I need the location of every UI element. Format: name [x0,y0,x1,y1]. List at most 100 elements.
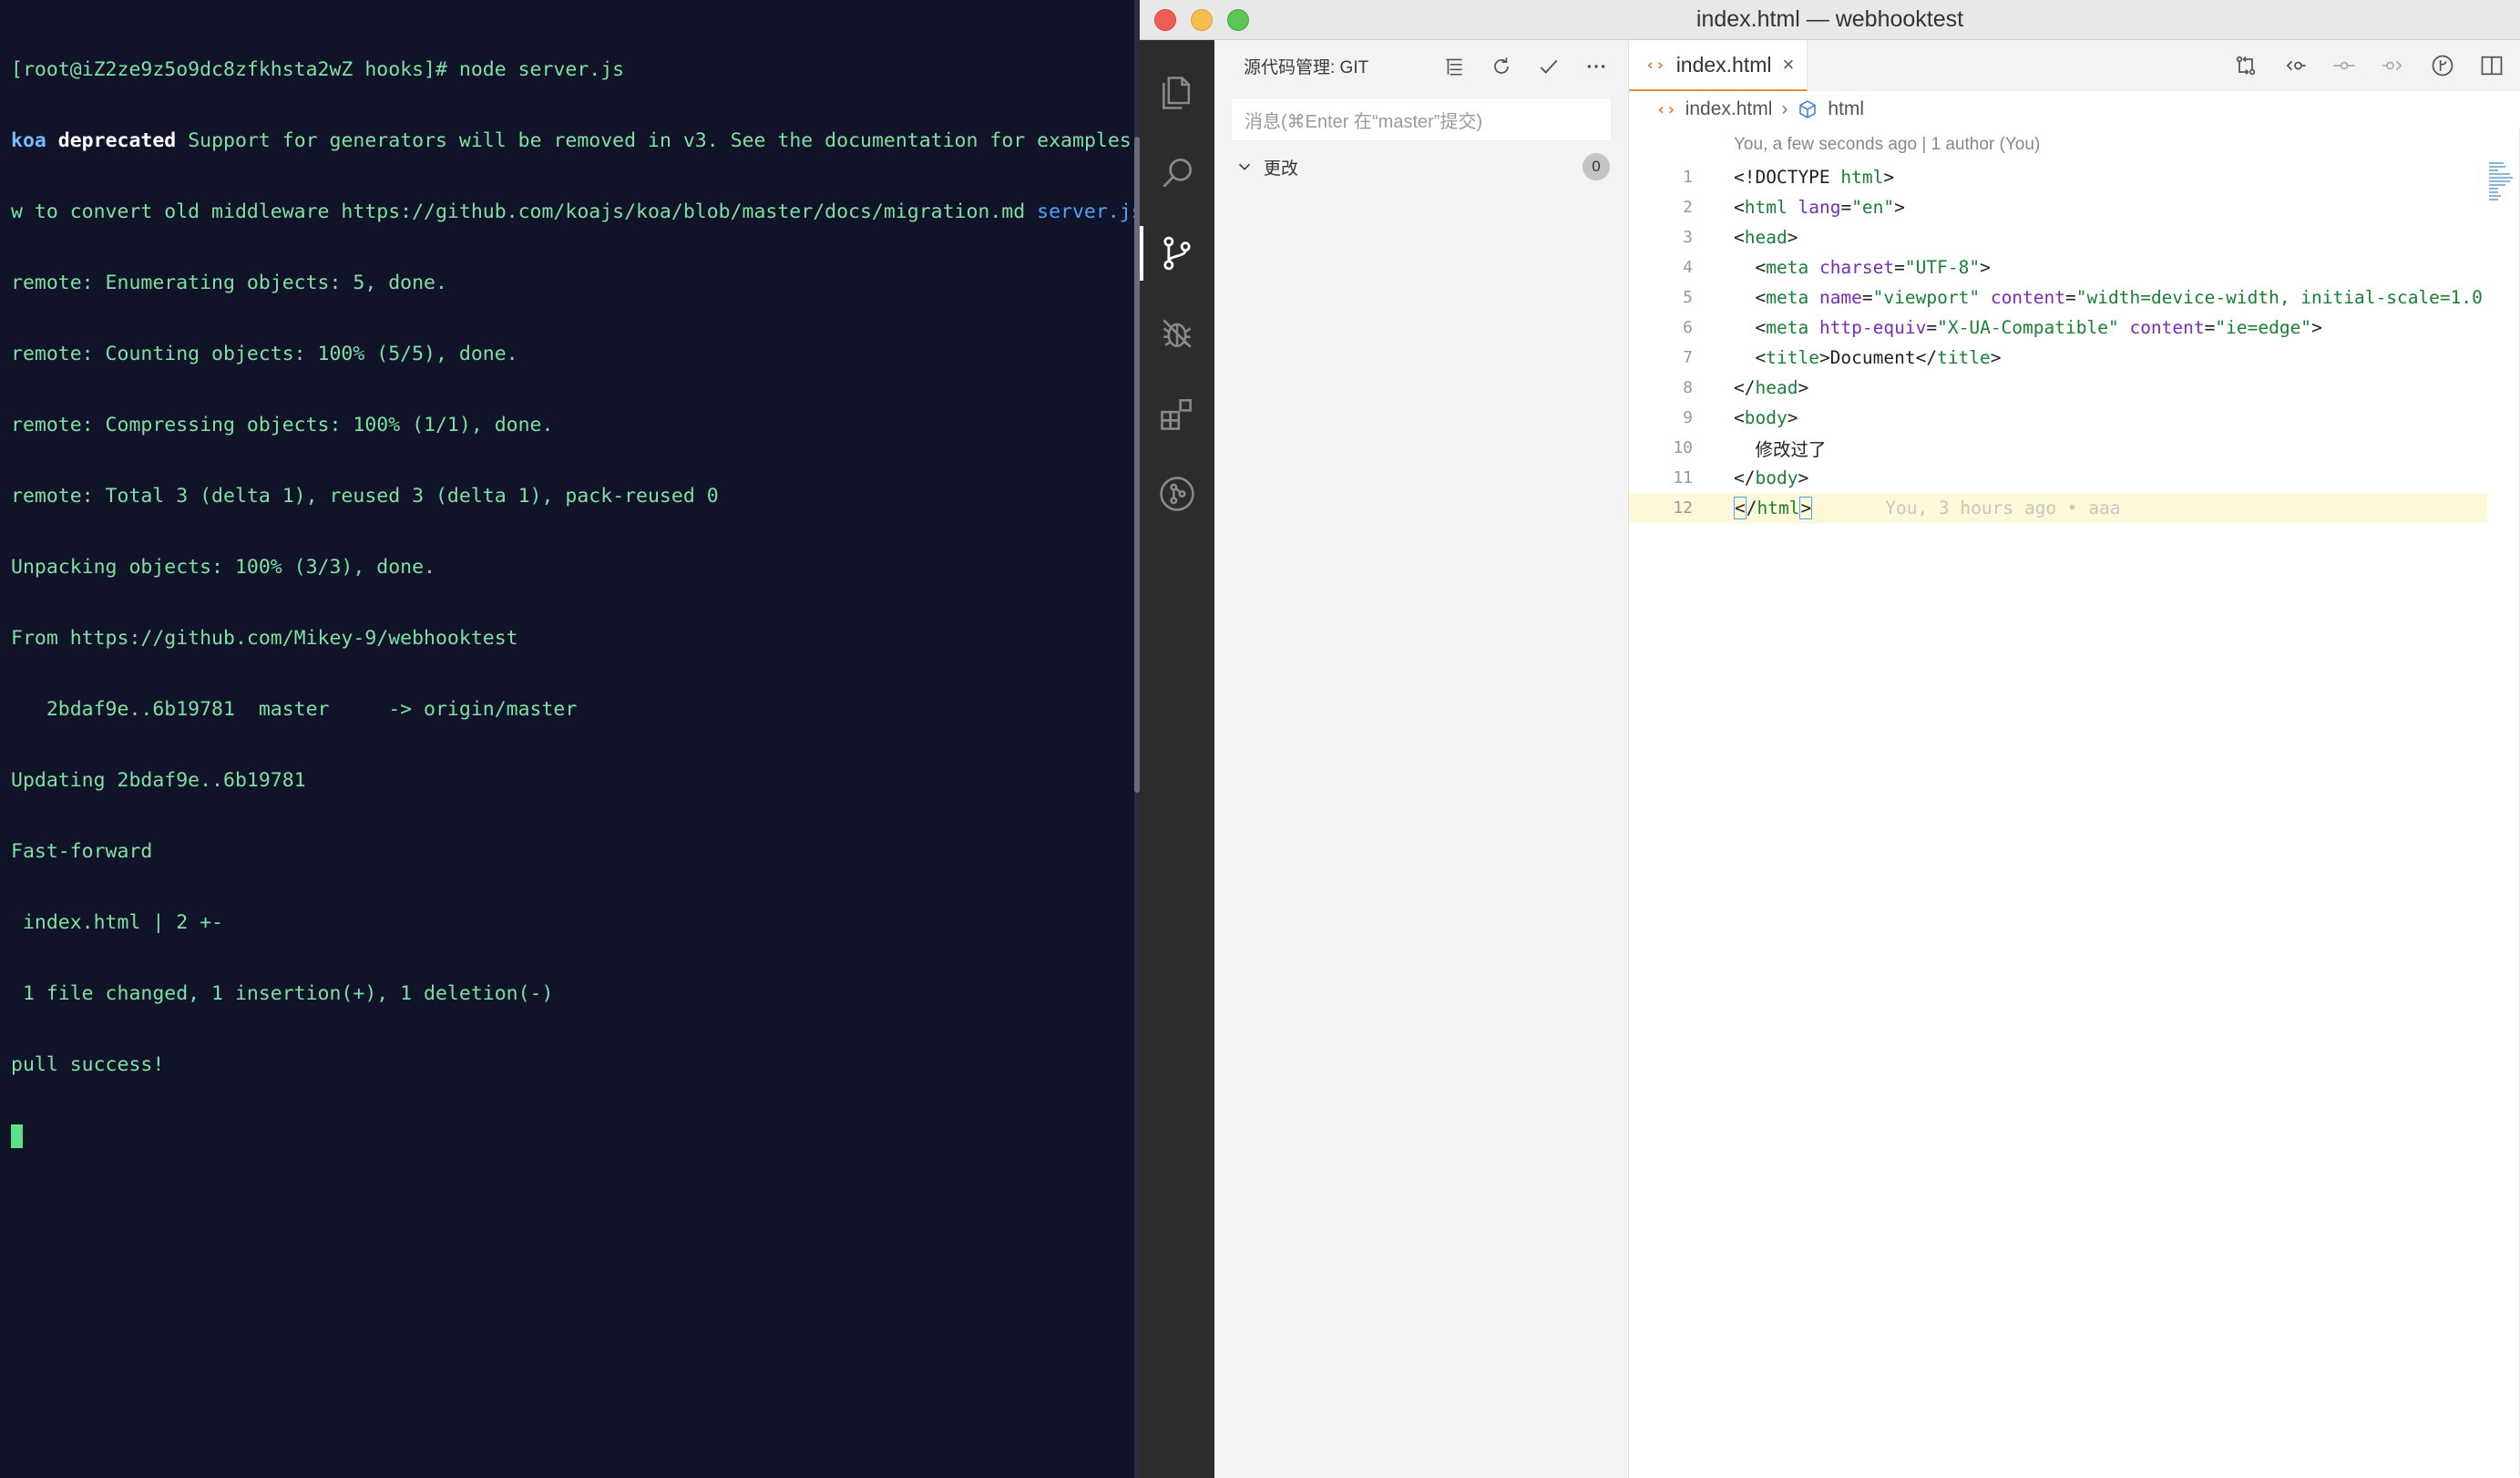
line-number: 4 [1683,258,1693,277]
next-commit-button[interactable] [2380,52,2407,79]
code-line: 11 </body> [1629,463,2520,493]
terminal-cursor [11,1124,23,1148]
code-editor[interactable]: 1 <!DOCTYPE html> 2 <html lang="en"> 3 <… [1629,162,2520,523]
source-control-sidebar: 源代码管理: GIT 消息(⌘Enter 在“master”提交) 更改 0 [1214,40,1629,1478]
window-title: index.html — webhooktest [1695,6,1964,32]
commit-message-input[interactable]: 消息(⌘Enter 在“master”提交) [1231,98,1612,141]
tree-view-icon [1446,58,1462,75]
window-controls [1154,9,1249,31]
code-text: <meta name="viewport" content="width=dev… [1734,287,2483,308]
line-number: 7 [1683,348,1693,367]
zoom-window-button[interactable] [1227,9,1249,31]
code-line: 4 <meta charset="UTF-8"> [1629,252,2520,282]
body-text: 修改过了 [1755,439,1827,460]
view-as-tree-button[interactable] [1440,53,1468,80]
more-actions-button[interactable] [1583,53,1610,80]
refresh-button[interactable] [1488,53,1515,80]
terminal-line-deprecation: koa deprecated Support for generators wi… [11,129,1132,153]
code-text: <head> [1734,227,1798,248]
terminal-pane[interactable]: [root@iZ2ze9z5o9dc8zfkhsta2wZ hooks]# no… [0,0,1137,1478]
git-codelens[interactable]: You, a few seconds ago | 1 author (You) [1629,128,2520,162]
next-revision-icon [2382,60,2402,71]
previous-revision-icon [2286,60,2306,71]
activity-bar [1140,40,1214,1478]
koa-label: koa [11,129,46,152]
changes-group[interactable]: 更改 0 [1214,149,1628,185]
editor-area: ‹› index.html × ‹› index.html › html You… [1629,40,2520,1478]
code-line: 2 <html lang="en"> [1629,192,2520,222]
code-text: <html lang="en"> [1734,197,1905,218]
git-blame-annotation: You, 3 hours ago • aaa [1885,498,2121,518]
open-changes-button[interactable] [2232,52,2259,79]
line-number: 5 [1683,288,1693,307]
line-number: 8 [1683,378,1693,397]
minimap[interactable] [2489,162,2513,204]
git-commit-icon [2333,61,2355,70]
terminal-line: remote: Enumerating objects: 5, done. [11,272,447,294]
line-number: 6 [1683,318,1693,337]
editor-actions [2232,40,2520,91]
breadcrumb-symbol[interactable]: html [1828,98,1864,120]
terminal-line: w to convert old middleware https://gith… [11,200,1137,224]
line-number: 10 [1673,438,1693,457]
source-link[interactable]: server.js:9:5 [1037,200,1137,223]
source-control-icon[interactable] [1140,213,1214,293]
compare-changes-icon [2236,56,2256,76]
terminal-line: remote: Counting objects: 100% (5/5), do… [11,343,518,365]
html-file-icon: ‹› [1645,55,1665,75]
code-line: 7 <title>Document</title> [1629,343,2520,373]
minimize-window-button[interactable] [1191,9,1213,31]
breadcrumb: ‹› index.html › html [1629,91,2520,128]
commit-button[interactable] [1535,53,1562,80]
terminal-line: Unpacking objects: 100% (3/3), done. [11,556,435,579]
search-icon[interactable] [1140,133,1214,213]
close-window-button[interactable] [1154,9,1176,31]
gitlens-button[interactable] [2429,52,2456,79]
code-text: <meta charset="UTF-8"> [1734,257,1991,278]
code-line: 6 <meta http-equiv="X-UA-Compatible" con… [1629,313,2520,343]
terminal-prompt-line [11,1124,1126,1148]
code-text: </head> [1734,377,1809,398]
line-number: 3 [1683,228,1693,247]
sidebar-actions [1440,53,1610,80]
code-text: </html> [1734,497,1813,519]
gitlens-icon [2432,55,2453,77]
terminal-line: Updating 2bdaf9e..6b19781 [11,769,306,792]
tab-index-html[interactable]: ‹› index.html × [1629,40,1808,91]
terminal-line: pull success! [11,1053,165,1076]
terminal-line: index.html | 2 +- [11,911,223,934]
tab-label: index.html [1675,52,1772,77]
explorer-icon[interactable] [1140,53,1214,133]
line-number: 1 [1683,168,1693,187]
git-graph-icon[interactable] [1140,454,1214,534]
terminal-line: remote: Total 3 (delta 1), reused 3 (del… [11,485,719,508]
tab-bar: ‹› index.html × [1629,40,2520,91]
changes-count-badge: 0 [1583,153,1610,180]
html-file-icon: ‹› [1656,99,1676,119]
debug-icon[interactable] [1140,293,1214,374]
ellipsis-icon [1587,64,1605,68]
vscode-window: index.html — webhooktest 源代码管理: GIT 消息(⌘… [1140,0,2520,1478]
terminal-line: [root@iZ2ze9z5o9dc8zfkhsta2wZ hooks]# no… [11,58,625,81]
extensions-icon[interactable] [1140,374,1214,454]
commit-history-button[interactable] [2330,52,2358,79]
line-number: 11 [1673,468,1693,488]
chevron-right-icon: › [1781,98,1788,119]
line-number: 2 [1683,198,1693,217]
split-editor-button[interactable] [2478,52,2505,79]
code-text: <!DOCTYPE html> [1734,167,1895,188]
breadcrumb-file[interactable]: index.html [1685,98,1773,120]
code-text: <meta http-equiv="X-UA-Compatible" conte… [1734,317,2322,338]
line-number: 9 [1683,408,1693,427]
code-line: 8 </head> [1629,373,2520,403]
refresh-icon [1494,56,1509,74]
deprecated-label: deprecated [57,129,177,152]
previous-commit-button[interactable] [2281,52,2309,79]
code-text: <body> [1734,407,1798,428]
close-tab-icon[interactable]: × [1783,53,1795,77]
code-line: 5 <meta name="viewport" content="width=d… [1629,282,2520,313]
changes-label: 更改 [1264,159,1299,179]
title-bar: index.html — webhooktest [1140,0,2520,40]
code-line: 9 <body> [1629,403,2520,433]
deprecation-text: Support for generators will be removed i… [176,129,1137,152]
